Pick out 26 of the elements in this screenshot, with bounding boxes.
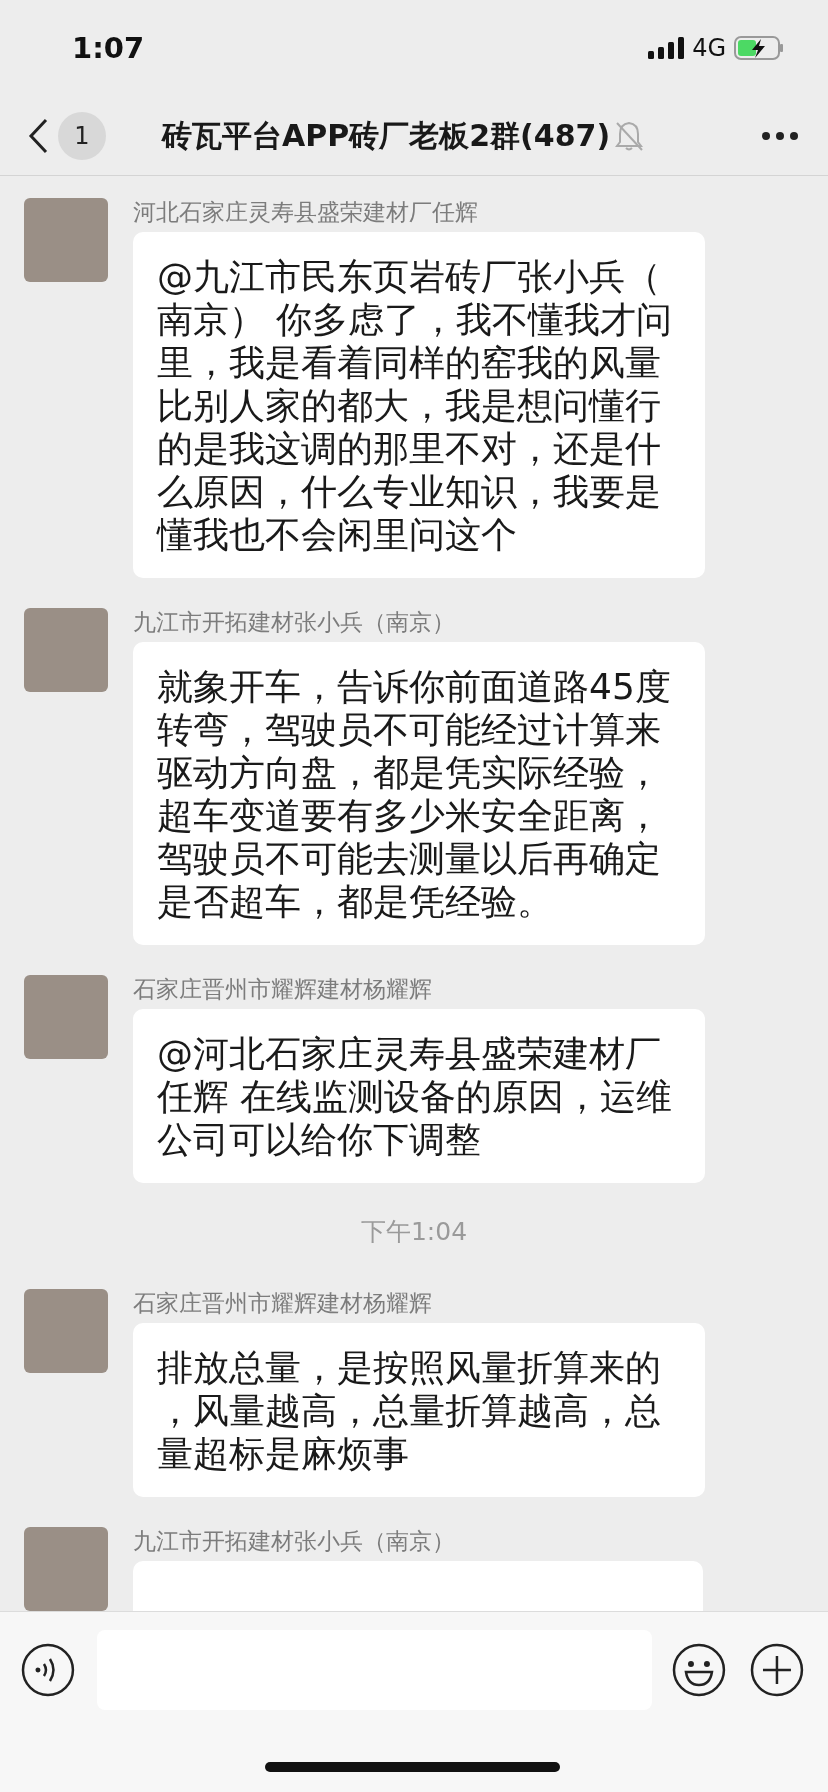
network-type: 4G [692, 33, 726, 64]
sender-name: 九江市开拓建材张小兵（南京） [133, 608, 455, 636]
avatar-photo-placeholder[interactable] [24, 1526, 108, 1611]
sender-name: 九江市开拓建材张小兵（南京） [133, 1526, 455, 1555]
add-icon[interactable] [750, 1643, 804, 1697]
sender-name: 石家庄晋州市耀辉建材杨耀辉 [133, 975, 432, 1003]
sender-name: 石家庄晋州市耀辉建材杨耀辉 [133, 1288, 432, 1317]
avatar-photo-placeholder[interactable] [24, 1288, 108, 1373]
back-icon[interactable] [28, 117, 48, 154]
voice-icon[interactable] [21, 1643, 75, 1697]
emoji-icon[interactable] [672, 1643, 727, 1697]
battery-icon [734, 36, 784, 60]
timestamp: 下午1:04 [360, 1217, 468, 1246]
chat-title: 砖瓦平台APP砖厂老板2群(487) [162, 117, 611, 155]
message-text: 排放总量，是按照风量折算来的，风量越高，总量折算越高，总量超标是麻烦事 [157, 1345, 662, 1475]
avatar-photo-placeholder[interactable] [24, 198, 108, 282]
signal-icon [648, 37, 685, 59]
status-time: 1:07 [72, 30, 145, 68]
message-text: @九江市民东页岩砖厂张小兵（南京） 你多虑了，我不懂我才问里，我是看着同样的窑我的风量比别人家的都大，我是想问懂行的是我这调的那里不对，还是什么原因，什么专业知识，我要是懂我也不会闲里问这个 [157, 255, 674, 556]
more-icon[interactable] [762, 131, 798, 140]
message-text: @河北石家庄灵寿县盛荣建材厂任辉 在线监测设备的原因，运维公司可以给你下调整 [157, 1032, 674, 1161]
avatar-photo-placeholder[interactable] [24, 975, 108, 1059]
avatar-photo-placeholder[interactable] [24, 608, 108, 692]
unread-badge[interactable]: 1 [58, 111, 106, 160]
sender-name: 河北石家庄灵寿县盛荣建材厂任辉 [133, 198, 478, 226]
message-text: 就象开车，告诉你前面道路45度转弯，驾驶员不可能经过计算来驱动方向盘，都是凭实际经验，超车变道要有多少米安全距离，驾驶员不可能去测量以后再确定是否超车，都是凭经验。 [157, 665, 672, 923]
